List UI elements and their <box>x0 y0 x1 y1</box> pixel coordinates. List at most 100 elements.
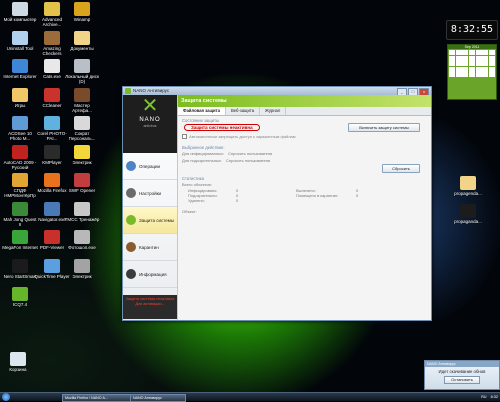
sidebar-warning[interactable]: Защита системы неактивна Для активации..… <box>123 295 177 319</box>
desktop-icon-label: Локальный диск (D) <box>65 74 99 84</box>
action-suspicious-value: Спросить пользователя <box>226 158 271 164</box>
app-shortcut-icon <box>74 258 90 273</box>
desktop-icon[interactable]: Internet Explorer <box>2 59 38 79</box>
stop-button[interactable]: Остановить <box>444 376 480 384</box>
quarantine-icon <box>126 242 136 252</box>
desktop-icon[interactable]: TMCC Тренажёр <box>64 201 100 222</box>
nano-logo-mark-icon: ✕ <box>141 95 159 117</box>
tab-bar: Файловая защита Веб-защита Журнал <box>178 107 431 116</box>
tab-web-protection[interactable]: Веб-защита <box>226 107 261 115</box>
object-label: Объект: <box>182 209 197 215</box>
desktop-icon-label: СПДФ НМРМонтёрПр <box>4 188 36 198</box>
desktop-icon[interactable]: Mah Jong Quest II <box>2 201 38 227</box>
desktop-icon-label: Документы <box>70 45 94 51</box>
sidebar-item-quarantine[interactable]: Карантин <box>123 234 177 261</box>
desktop-icon[interactable]: Локальный диск (D) <box>64 59 100 84</box>
desktop-icon[interactable]: MegaFon Internet <box>2 230 38 250</box>
desktop-icon-label: Nero StartSmart <box>3 273 37 279</box>
auto-block-checkbox[interactable] <box>182 134 187 140</box>
window-title: NANO Антивирус <box>133 88 170 93</box>
desktop-icon[interactable]: ICQ7.4 <box>2 287 38 307</box>
desktop-icon[interactable]: Электрик <box>64 258 100 279</box>
desktop-icon[interactable]: Документы <box>64 30 100 51</box>
app-shortcut-icon <box>12 87 28 102</box>
desktop-icon[interactable]: SWF Opener <box>64 173 100 193</box>
app-shortcut-icon <box>74 173 90 187</box>
desktop-icon[interactable]: Сократ Персональ... <box>64 116 100 141</box>
app-shortcut-icon <box>44 258 60 273</box>
logo-word: NANO <box>139 117 161 123</box>
desktop-icon-label: Фотошоп.exe <box>68 245 96 250</box>
app-shortcut-icon <box>74 30 90 45</box>
file-icon <box>460 204 476 218</box>
stats-header: Статистика <box>182 176 204 182</box>
desktop-icon[interactable]: AutoCAD 2009 - Русский <box>2 144 38 170</box>
desktop-icon[interactable]: Nero StartSmart <box>2 258 38 279</box>
taskbar-item-firefox[interactable]: Mozilla Firefox \ NANO А... <box>62 394 132 402</box>
desktop-icon-label: Сократ Персональ... <box>68 131 96 141</box>
app-shortcut-icon <box>12 144 28 159</box>
app-shortcut-icon <box>44 30 60 45</box>
app-shortcut-icon <box>12 287 28 301</box>
app-shortcut-icon <box>12 201 28 216</box>
app-shortcut-icon <box>12 116 28 130</box>
desktop-icon[interactable]: Электрик <box>64 144 100 165</box>
status-badge: Защита системы неактивна <box>184 124 260 131</box>
desktop-icon-label: Игры <box>14 102 26 108</box>
desktop-icon[interactable]: Мастер Артефа... <box>64 87 100 113</box>
desktop-icon[interactable]: СПДФ НМРМонтёрПр <box>2 173 38 198</box>
sidebar-item-system-protection[interactable]: Защита системы <box>123 207 177 234</box>
app-shortcut-icon <box>12 230 28 244</box>
app-shortcut-icon <box>44 230 60 244</box>
title-bar[interactable]: NANO Антивирус _ □ x <box>123 87 431 96</box>
app-shortcut-icon <box>12 30 28 45</box>
desktop-icon-label: TMCC Тренажёр <box>64 216 100 222</box>
desktop-icon[interactable]: Фотошоп.exe <box>64 230 100 250</box>
info-icon <box>126 269 136 279</box>
desktop-icon[interactable]: Winamp <box>64 2 100 22</box>
shield-icon <box>126 215 136 225</box>
sidebar-item-settings[interactable]: Настройки <box>123 180 177 207</box>
app-shortcut-icon <box>44 144 60 159</box>
app-shortcut-icon <box>74 87 90 102</box>
stat-quarantined-label: Помещено в карантин: <box>296 193 339 199</box>
sidebar-item-information[interactable]: Информация <box>123 261 177 288</box>
enable-protection-button[interactable]: Включить защиту системы <box>348 123 420 132</box>
reset-button[interactable]: Сбросить <box>382 164 420 174</box>
sidebar-item-operations[interactable]: Операции <box>123 153 177 180</box>
desktop-icon-label: SWF Opener <box>68 188 96 193</box>
update-notification: NANO Антивирус Идет скачивание обнов Ост… <box>424 360 500 390</box>
logo-sub: antivirus <box>143 124 157 128</box>
nano-logo: ✕ NANO antivirus <box>123 95 177 153</box>
operations-icon <box>126 161 136 171</box>
app-shortcut-icon <box>74 144 90 159</box>
total-objects: Всего объектов: <box>182 182 212 188</box>
tray-language[interactable]: RU <box>481 395 486 399</box>
action-infected-label: Для инфицированных: <box>182 151 224 157</box>
tab-log[interactable]: Журнал <box>260 107 287 115</box>
desktop-icon-propagenda[interactable]: propagenda... <box>450 176 486 196</box>
page-title: Защита системы <box>178 95 431 107</box>
taskbar-item-nano[interactable]: NANO Антивирус <box>130 394 186 402</box>
desktop-icon-label: AutoCAD 2009 - Русский <box>3 159 37 170</box>
desktop-icon[interactable]: ACDSee 10 Photo M... <box>2 116 38 141</box>
app-shortcut-icon <box>74 201 90 216</box>
desktop-icon[interactable]: Игры <box>2 87 38 108</box>
main-panel: Защита системы Файловая защита Веб-защит… <box>178 95 431 320</box>
desktop-icon[interactable]: Мой компьютер <box>2 2 38 22</box>
desktop-icon-propaganda[interactable]: propaganda... <box>450 204 486 224</box>
app-shortcut-icon <box>44 59 60 73</box>
app-shortcut-icon <box>74 116 90 130</box>
app-shortcut-icon <box>12 59 28 73</box>
stat-quarantined-value: 0 <box>356 193 359 199</box>
app-shortcut-icon <box>74 59 90 73</box>
tab-file-protection[interactable]: Файловая защита <box>178 107 226 115</box>
app-shortcut-icon <box>44 116 60 130</box>
desktop-icon[interactable]: Uninstall Tool <box>2 30 38 51</box>
calendar-grid <box>448 49 496 78</box>
tray-clock[interactable]: 8:32 <box>491 395 498 399</box>
auto-block-label: Автоматически запрещать доступ к заражен… <box>189 134 296 139</box>
desktop-icon-label: ACDSee 10 Photo M... <box>8 131 32 141</box>
desktop-icon-label: Электрик <box>72 159 92 165</box>
desktop-icon-recycle-bin[interactable]: Корзина <box>0 352 36 372</box>
